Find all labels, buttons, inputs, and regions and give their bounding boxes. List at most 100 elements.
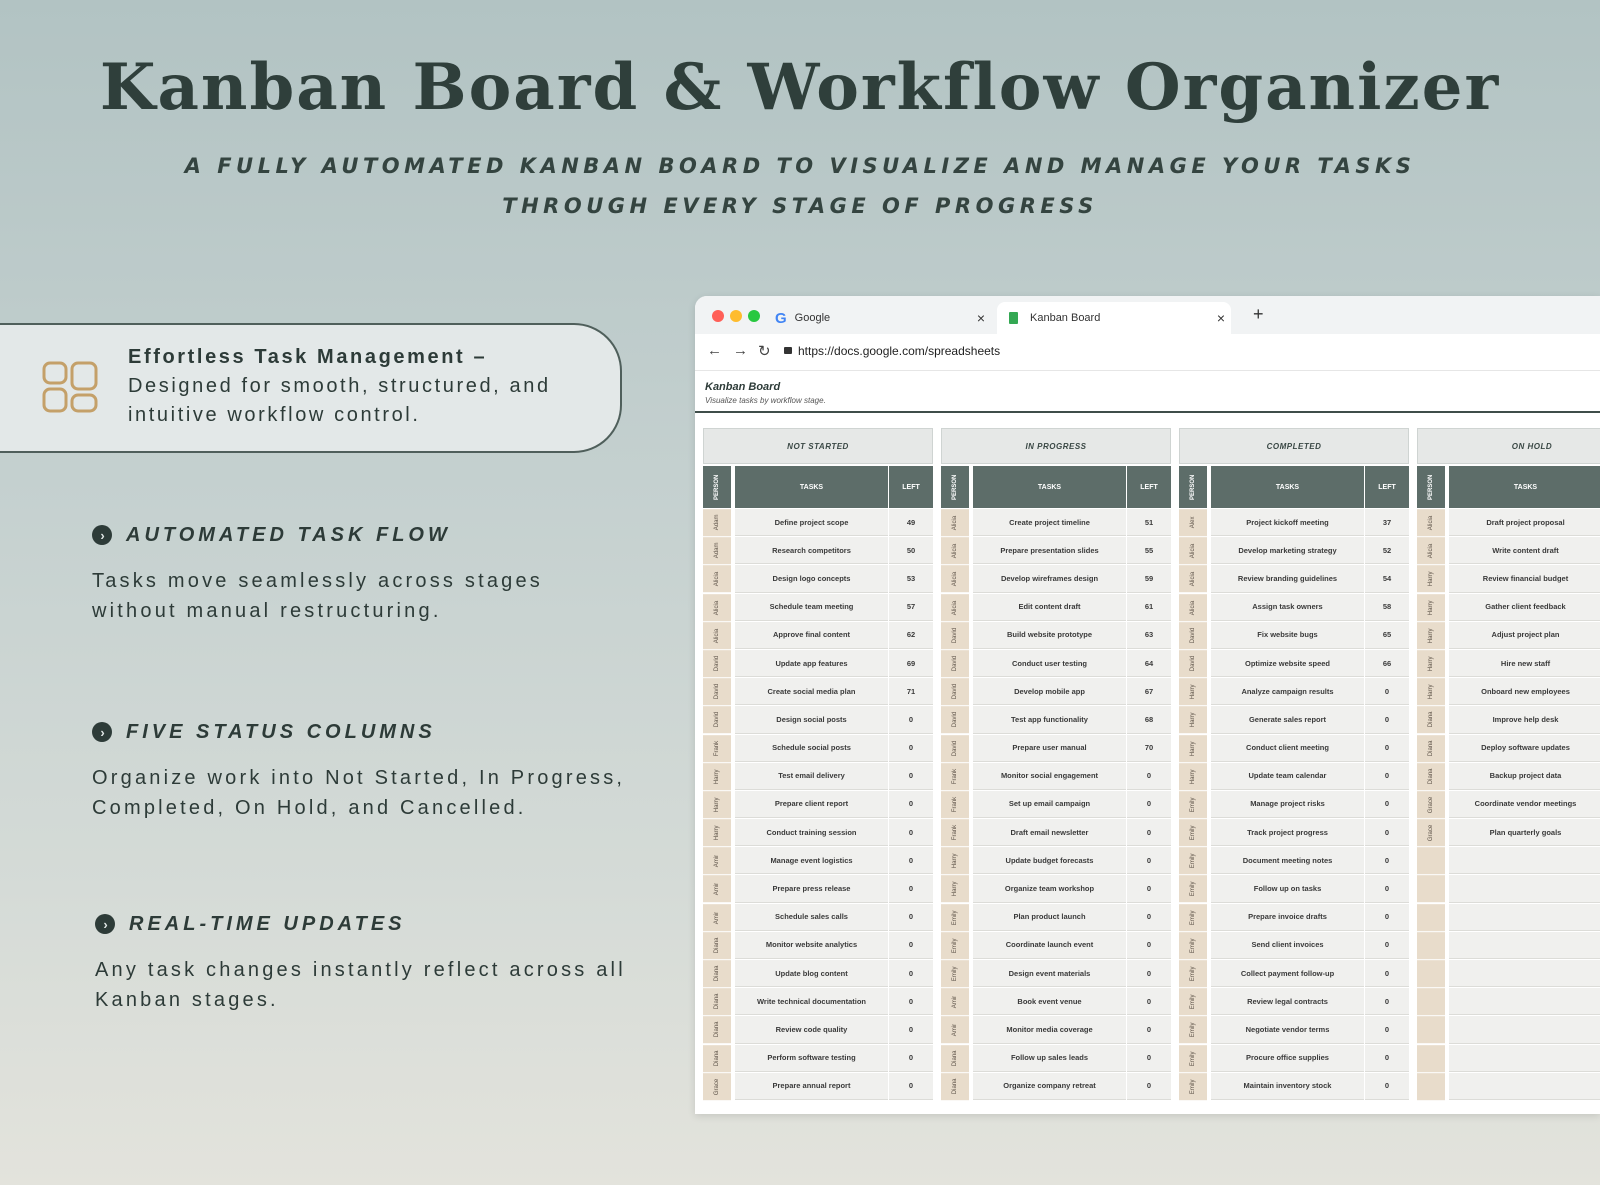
task-cell[interactable]: Develop mobile app	[973, 678, 1126, 706]
days-left-cell[interactable]: 0	[1127, 960, 1171, 988]
task-cell[interactable]: Send client invoices	[1211, 931, 1364, 959]
task-cell[interactable]: Develop wireframes design	[973, 565, 1126, 593]
task-cell[interactable]: Edit content draft	[973, 593, 1126, 621]
days-left-cell[interactable]: 0	[889, 819, 933, 847]
table-row[interactable]: Grace Coordinate vendor meetings	[1417, 790, 1600, 819]
task-cell[interactable]: Organize team workshop	[973, 875, 1126, 903]
task-cell[interactable]: Research competitors	[735, 537, 888, 565]
days-left-cell[interactable]: 62	[889, 621, 933, 649]
table-row[interactable]: Amir Schedule sales calls 0	[703, 903, 933, 931]
table-row[interactable]: David Prepare user manual 70	[941, 734, 1171, 762]
task-cell[interactable]: Update blog content	[735, 960, 888, 988]
days-left-cell[interactable]: 0	[1365, 960, 1409, 988]
task-cell[interactable]: Adjust project plan	[1449, 621, 1600, 649]
person-cell[interactable]: David	[1179, 649, 1207, 678]
table-row[interactable]: Emily Track project progress 0	[1179, 819, 1409, 847]
person-cell[interactable]: Diana	[941, 1044, 969, 1072]
table-row[interactable]: Amir Prepare press release 0	[703, 875, 933, 903]
days-left-cell[interactable]: 50	[889, 537, 933, 565]
task-cell[interactable]: Document meeting notes	[1211, 847, 1364, 875]
days-left-cell[interactable]: 53	[889, 565, 933, 593]
person-cell[interactable]: David	[703, 678, 731, 706]
task-cell[interactable]: Build website prototype	[973, 621, 1126, 649]
table-row[interactable]: Harry Prepare client report 0	[703, 790, 933, 819]
days-left-cell[interactable]: 0	[1365, 819, 1409, 847]
person-cell[interactable]	[1417, 875, 1445, 903]
table-row[interactable]: Emily Procure office supplies 0	[1179, 1044, 1409, 1072]
table-row[interactable]	[1417, 875, 1600, 903]
person-cell[interactable]: Emily	[1179, 988, 1207, 1016]
person-cell[interactable]: Diana	[941, 1072, 969, 1100]
table-row[interactable]: Harry Conduct client meeting 0	[1179, 734, 1409, 762]
person-cell[interactable]: Grace	[1417, 819, 1445, 847]
person-cell[interactable]	[1417, 1072, 1445, 1100]
task-cell[interactable]: Backup project data	[1449, 762, 1600, 790]
task-cell[interactable]: Prepare invoice drafts	[1211, 903, 1364, 931]
days-left-cell[interactable]: 0	[889, 734, 933, 762]
person-cell[interactable]: Harry	[1179, 678, 1207, 706]
days-left-cell[interactable]: 52	[1365, 537, 1409, 565]
table-row[interactable]: Amir Monitor media coverage 0	[941, 1016, 1171, 1044]
days-left-cell[interactable]: 0	[889, 847, 933, 875]
days-left-cell[interactable]: 0	[1365, 1072, 1409, 1100]
table-row[interactable]: Diana Review code quality 0	[703, 1016, 933, 1044]
table-row[interactable]: Frank Monitor social engagement 0	[941, 762, 1171, 790]
days-left-cell[interactable]: 0	[889, 790, 933, 819]
days-left-cell[interactable]: 63	[1127, 621, 1171, 649]
table-row[interactable]: Diana Write technical documentation 0	[703, 988, 933, 1016]
days-left-cell[interactable]: 0	[1127, 1072, 1171, 1100]
days-left-cell[interactable]: 0	[1365, 790, 1409, 819]
table-row[interactable]	[1417, 931, 1600, 959]
person-cell[interactable]: Alicia	[1179, 565, 1207, 593]
person-cell[interactable]: Amir	[703, 875, 731, 903]
tab-kanban-board[interactable]: Kanban Board ×	[997, 302, 1231, 334]
task-cell[interactable]: Schedule team meeting	[735, 593, 888, 621]
person-cell[interactable]: Emily	[1179, 931, 1207, 959]
person-cell[interactable]: Diana	[1417, 762, 1445, 790]
table-row[interactable]: Diana Monitor website analytics 0	[703, 931, 933, 959]
person-cell[interactable]: Harry	[941, 875, 969, 903]
days-left-cell[interactable]: 0	[889, 1072, 933, 1100]
task-cell[interactable]: Hire new staff	[1449, 649, 1600, 678]
days-left-cell[interactable]: 0	[1127, 988, 1171, 1016]
task-cell[interactable]: Prepare presentation slides	[973, 537, 1126, 565]
task-cell[interactable]: Coordinate vendor meetings	[1449, 790, 1600, 819]
table-row[interactable]: David Build website prototype 63	[941, 621, 1171, 649]
person-cell[interactable]: Amir	[703, 903, 731, 931]
task-cell[interactable]: Draft email newsletter	[973, 819, 1126, 847]
table-row[interactable]	[1417, 903, 1600, 931]
table-row[interactable]: Alicia Develop wireframes design 59	[941, 565, 1171, 593]
table-row[interactable]: David Test app functionality 68	[941, 706, 1171, 734]
person-cell[interactable]: Amir	[941, 988, 969, 1016]
person-cell[interactable]: Alicia	[703, 621, 731, 649]
task-cell[interactable]: Follow up sales leads	[973, 1044, 1126, 1072]
task-cell[interactable]: Analyze campaign results	[1211, 678, 1364, 706]
table-row[interactable]: Emily Maintain inventory stock 0	[1179, 1072, 1409, 1100]
days-left-cell[interactable]: 0	[1365, 1016, 1409, 1044]
task-cell[interactable]: Collect payment follow-up	[1211, 960, 1364, 988]
person-cell[interactable]: Grace	[703, 1072, 731, 1100]
table-row[interactable]: Harry Test email delivery 0	[703, 762, 933, 790]
table-row[interactable]: Alicia Approve final content 62	[703, 621, 933, 649]
days-left-cell[interactable]: 51	[1127, 509, 1171, 537]
table-row[interactable]: David Update app features 69	[703, 649, 933, 678]
table-row[interactable]: Diana Update blog content 0	[703, 960, 933, 988]
days-left-cell[interactable]: 0	[1127, 762, 1171, 790]
person-cell[interactable]: Amir	[941, 1016, 969, 1044]
table-row[interactable]: Diana Organize company retreat 0	[941, 1072, 1171, 1100]
table-row[interactable]: David Fix website bugs 65	[1179, 621, 1409, 649]
person-cell[interactable]: Emily	[1179, 903, 1207, 931]
person-cell[interactable]: Emily	[1179, 1072, 1207, 1100]
task-cell[interactable]: Track project progress	[1211, 819, 1364, 847]
days-left-cell[interactable]: 0	[1365, 734, 1409, 762]
person-cell[interactable]: Emily	[1179, 847, 1207, 875]
table-row[interactable]: Alicia Design logo concepts 53	[703, 565, 933, 593]
person-cell[interactable]: Diana	[703, 960, 731, 988]
days-left-cell[interactable]: 0	[1365, 903, 1409, 931]
days-left-cell[interactable]: 67	[1127, 678, 1171, 706]
person-cell[interactable]: Alicia	[941, 509, 969, 537]
task-cell[interactable]: Schedule social posts	[735, 734, 888, 762]
task-cell[interactable]: Draft project proposal	[1449, 509, 1600, 537]
task-cell[interactable]: Update budget forecasts	[973, 847, 1126, 875]
days-left-cell[interactable]: 0	[1365, 706, 1409, 734]
